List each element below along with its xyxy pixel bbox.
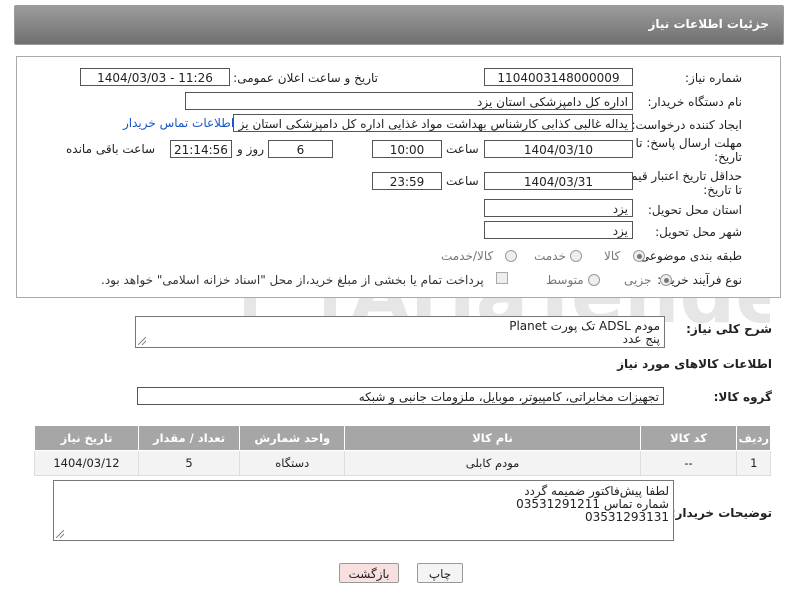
cell-code: -- bbox=[639, 450, 738, 476]
treasury-payment-checkbox[interactable] bbox=[496, 272, 508, 284]
days-label: روز و bbox=[237, 142, 264, 156]
goods-group-label: گروه کالا: bbox=[713, 390, 772, 404]
buyer-contact-link[interactable]: اطلاعات تماس خریدار bbox=[123, 116, 234, 130]
category-option-goods: کالا bbox=[604, 249, 621, 263]
need-number-label: شماره نیاز: bbox=[685, 71, 742, 85]
city-label: شهر محل تحویل: bbox=[655, 225, 742, 239]
cell-unit: دستگاه bbox=[239, 450, 346, 476]
deadline-time-label: ساعت bbox=[446, 142, 479, 156]
time-remaining-label: ساعت باقی مانده bbox=[66, 142, 156, 156]
deadline-date-field: 1404/03/10 bbox=[484, 140, 633, 158]
announce-datetime-label: تاریخ و ساعت اعلان عمومی: bbox=[233, 71, 378, 85]
goods-group-field: تجهیزات مخابراتی، کامپیوتر، موبایل، ملزو… bbox=[137, 387, 664, 405]
table-row: 1 -- مودم کابلی دستگاه 5 1404/03/12 bbox=[34, 450, 771, 476]
need-summary-field: مودم ADSL تک پورت Planet پنج عدد bbox=[135, 316, 665, 348]
col-name: نام کالا bbox=[344, 425, 641, 451]
need-summary-line-2: پنج عدد bbox=[622, 332, 660, 346]
col-qty: تعداد / مقدار bbox=[137, 425, 241, 451]
cell-qty: 5 bbox=[137, 450, 241, 476]
col-unit: واحد شمارش bbox=[239, 425, 346, 451]
city-field: یزد bbox=[484, 221, 633, 239]
print-button[interactable]: چاپ bbox=[417, 563, 463, 583]
cell-date: 1404/03/12 bbox=[34, 450, 139, 476]
buyer-notes-field: لطفا پیش‌فاکتور ضمیمه گردد شماره تماس 03… bbox=[53, 480, 674, 541]
process-radio-medium[interactable] bbox=[588, 274, 600, 286]
need-summary-label: شرح کلی نیاز: bbox=[686, 322, 772, 336]
cell-name: مودم کابلی bbox=[344, 450, 641, 476]
buyer-notes-line-3: 03531293131 bbox=[585, 510, 669, 524]
category-label: طبقه بندی موضوعی: bbox=[635, 249, 742, 263]
days-remaining-field: 6 bbox=[268, 140, 333, 158]
col-code: کد کالا bbox=[639, 425, 738, 451]
need-number-field: 1104003148000009 bbox=[484, 68, 633, 86]
page-header: جزئیات اطلاعات نیاز bbox=[14, 5, 784, 45]
cell-row: 1 bbox=[736, 450, 771, 476]
buyer-org-field: اداره کل دامپزشکی استان یزد bbox=[185, 92, 633, 110]
min-validity-date-field: 1404/03/31 bbox=[484, 172, 633, 190]
province-field: یزد bbox=[484, 199, 633, 217]
min-validity-time-label: ساعت bbox=[446, 174, 479, 188]
resize-grip-icon[interactable] bbox=[138, 337, 146, 345]
min-validity-label: حداقل تاریخ اعتبار قیمت: bbox=[615, 169, 742, 183]
category-option-goods-service: کالا/خدمت bbox=[441, 249, 494, 263]
process-radio-minor[interactable] bbox=[660, 274, 672, 286]
goods-section-title: اطلاعات کالاهای مورد نیاز bbox=[617, 357, 772, 371]
process-option-minor: جزیی bbox=[624, 273, 652, 287]
col-row: ردیف bbox=[736, 425, 771, 451]
category-radio-goods[interactable] bbox=[633, 250, 645, 262]
creator-field: یداله غالبی کذابی کارشناس بهداشت مواد غذ… bbox=[233, 114, 633, 132]
need-summary-line-1: مودم ADSL تک پورت Planet bbox=[509, 319, 660, 333]
treasury-payment-note: پرداخت تمام یا بخشی از مبلغ خرید،از محل … bbox=[101, 273, 484, 287]
category-radio-service[interactable] bbox=[570, 250, 582, 262]
resize-grip-icon[interactable] bbox=[56, 530, 64, 538]
deadline-time-field: 10:00 bbox=[372, 140, 442, 158]
page-title: جزئیات اطلاعات نیاز bbox=[648, 17, 769, 31]
category-radio-goods-service[interactable] bbox=[505, 250, 517, 262]
time-remaining-field: 21:14:56 bbox=[170, 140, 232, 158]
back-button[interactable]: بازگشت bbox=[339, 563, 399, 583]
buyer-notes-line-2: شماره تماس 03531291211 bbox=[516, 497, 669, 511]
deadline-label: مهلت ارسال پاسخ: تا bbox=[635, 136, 742, 150]
process-option-medium: متوسط bbox=[546, 273, 584, 287]
buyer-notes-label: توضیحات خریدار: bbox=[670, 506, 772, 520]
min-validity-date-label: تا تاریخ: bbox=[703, 183, 742, 197]
province-label: استان محل تحویل: bbox=[647, 203, 742, 217]
creator-label: ایجاد کننده درخواست: bbox=[631, 118, 742, 132]
buyer-org-label: نام دستگاه خریدار: bbox=[647, 95, 743, 109]
category-option-service: خدمت bbox=[534, 249, 566, 263]
goods-table: ردیف کد کالا نام کالا واحد شمارش تعداد /… bbox=[34, 425, 771, 476]
announce-datetime-field: 1404/03/03 - 11:26 bbox=[80, 68, 230, 86]
goods-table-header: ردیف کد کالا نام کالا واحد شمارش تعداد /… bbox=[34, 425, 771, 451]
min-validity-time-field: 23:59 bbox=[372, 172, 442, 190]
deadline-date-label: تاریخ: bbox=[714, 150, 742, 164]
col-date: تاریخ نیاز bbox=[34, 425, 139, 451]
